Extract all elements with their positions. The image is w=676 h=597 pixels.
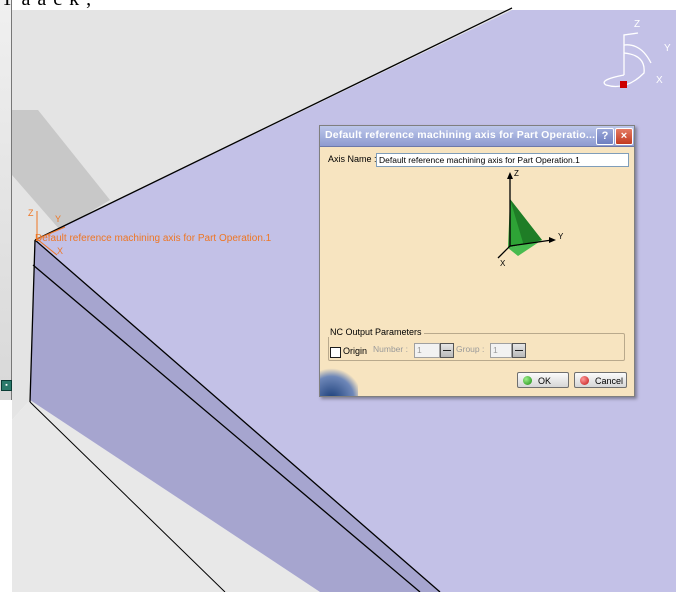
number-label: Number : bbox=[373, 344, 408, 354]
number-field[interactable]: 1 bbox=[414, 343, 440, 358]
compass-y-label: Y bbox=[664, 43, 671, 54]
compass-icon[interactable]: Z Y X bbox=[596, 15, 676, 105]
ok-button-label: OK bbox=[538, 376, 552, 386]
dialog-title: Default reference machining axis for Par… bbox=[325, 129, 596, 141]
ok-button[interactable]: OK bbox=[517, 372, 569, 388]
app-logo bbox=[320, 368, 358, 396]
left-toolbar-strip: ▪ bbox=[0, 0, 12, 400]
number-spinner[interactable] bbox=[440, 343, 454, 358]
origin-checkbox[interactable] bbox=[330, 347, 341, 358]
axis-definition-dialog: Default reference machining axis for Par… bbox=[319, 125, 635, 397]
group-spinner[interactable] bbox=[512, 343, 526, 358]
cancel-button[interactable]: Cancel bbox=[574, 372, 627, 388]
preview-z-label: Z bbox=[514, 169, 519, 178]
axis-overlay-label: Default reference machining axis for Par… bbox=[35, 233, 272, 244]
preview-x-label: X bbox=[500, 259, 506, 268]
dialog-titlebar[interactable]: Default reference machining axis for Par… bbox=[320, 126, 634, 147]
preview-y-label: Y bbox=[558, 232, 564, 241]
partial-header-text: Ŷ a a c k , bbox=[0, 0, 92, 11]
group-field[interactable]: 1 bbox=[490, 343, 512, 358]
axis-z-letter: Z bbox=[28, 208, 34, 218]
nc-output-group-title: NC Output Parameters bbox=[328, 327, 424, 337]
compass-x-label: X bbox=[656, 75, 663, 86]
toolbar-icon[interactable]: ▪ bbox=[1, 380, 12, 391]
axis-name-label: Axis Name : bbox=[328, 154, 377, 164]
help-button[interactable]: ? bbox=[596, 128, 614, 145]
axis-y-letter: Y bbox=[55, 214, 61, 224]
group-label: Group : bbox=[456, 344, 485, 354]
close-button[interactable]: × bbox=[615, 128, 633, 145]
origin-label: Origin bbox=[343, 346, 368, 356]
cancel-icon bbox=[580, 376, 589, 385]
axis-preview-icon[interactable]: Z Y X bbox=[470, 166, 590, 286]
cancel-button-label: Cancel bbox=[595, 376, 624, 386]
ok-icon bbox=[523, 376, 532, 385]
compass-origin-marker bbox=[620, 81, 627, 88]
compass-z-label: Z bbox=[634, 19, 640, 30]
axis-name-field[interactable]: Default reference machining axis for Par… bbox=[376, 153, 629, 167]
axis-x-letter: X bbox=[57, 246, 63, 256]
